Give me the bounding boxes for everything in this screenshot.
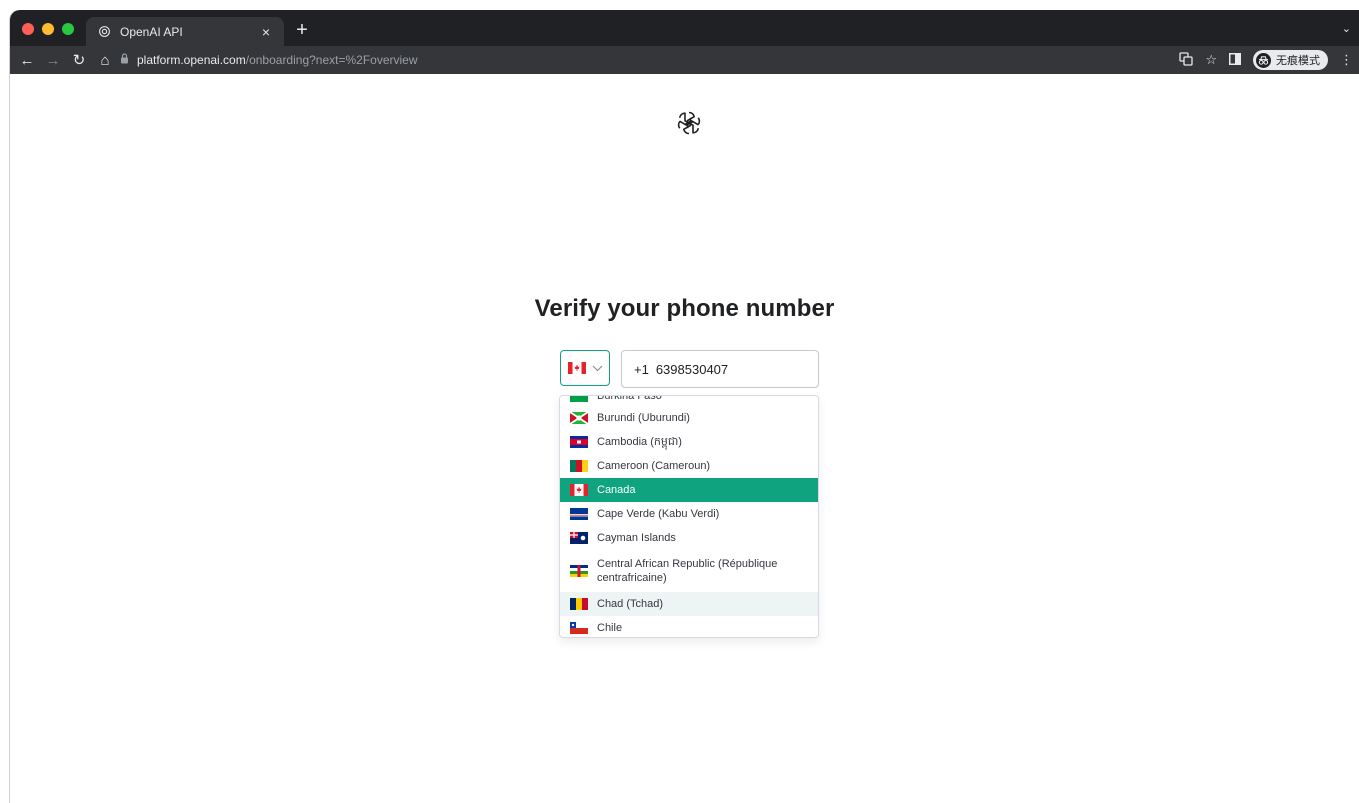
tab-title: OpenAI API: [120, 24, 183, 39]
incognito-indicator[interactable]: 无痕模式: [1253, 50, 1328, 70]
cameroon-flag-icon: [570, 460, 588, 472]
forward-icon[interactable]: →: [40, 52, 66, 69]
star-icon[interactable]: ☆: [1205, 52, 1217, 68]
window-controls: [22, 23, 74, 35]
openai-favicon-icon: [96, 24, 112, 40]
canada-flag-icon: [567, 362, 586, 374]
tab-openai-api[interactable]: OpenAI API ×: [86, 17, 284, 46]
country-code-prefix: +1: [634, 361, 649, 377]
country-select-button[interactable]: [560, 350, 610, 386]
country-option-cape-verde[interactable]: Cape Verde (Kabu Verdi): [560, 502, 818, 526]
home-icon[interactable]: ⌂: [92, 52, 118, 69]
url-path: /onboarding?next=%2Foverview: [245, 53, 418, 67]
address-bar[interactable]: platform.openai.com/onboarding?next=%2Fo…: [120, 49, 1209, 71]
country-option-chile[interactable]: Chile: [560, 616, 818, 637]
tab-close-icon[interactable]: ×: [258, 24, 274, 40]
toolbar-actions: ☆ 无痕模式 ⋮: [1179, 49, 1353, 71]
country-option-label: Burkina Faso: [597, 395, 662, 402]
country-option-cameroon[interactable]: Cameroon (Cameroun): [560, 454, 818, 478]
menu-icon[interactable]: ⋮: [1340, 52, 1353, 68]
page-content: Verify your phone number +1 6398530407 B…: [10, 74, 1359, 803]
country-option-label: Central African Republic (République cen…: [597, 558, 778, 584]
url-host: platform.openai.com: [137, 53, 246, 67]
country-option-label: Cambodia (កម្ពុជា): [597, 436, 682, 448]
tab-strip: OpenAI API × + ⌄: [10, 10, 1359, 46]
browser-window: OpenAI API × + ⌄ ← → ↻ ⌂ platform.openai…: [10, 10, 1359, 803]
country-option-label: Cameroon (Cameroun): [597, 460, 711, 472]
minimize-window-button[interactable]: [42, 23, 54, 35]
chevron-down-icon: [592, 361, 603, 375]
country-option-chad[interactable]: Chad (Tchad): [560, 592, 818, 616]
country-option-cayman-islands[interactable]: Cayman Islands: [560, 526, 818, 550]
browser-toolbar: ← → ↻ ⌂ platform.openai.com/onboarding?n…: [10, 46, 1359, 74]
country-option-label: Chile: [597, 622, 623, 634]
reload-icon[interactable]: ↻: [66, 51, 92, 69]
openai-logo-icon: [676, 110, 702, 136]
country-option-label: Burundi (Uburundi): [597, 412, 690, 424]
country-option-label: Chad (Tchad): [597, 598, 664, 610]
country-option-label: Cayman Islands: [597, 532, 676, 544]
phone-number-value: 6398530407: [655, 361, 729, 377]
country-option-canada[interactable]: Canada: [560, 478, 818, 502]
incognito-label: 无痕模式: [1276, 55, 1320, 67]
phone-number-input[interactable]: +1 6398530407: [621, 350, 819, 388]
country-option-burundi[interactable]: Burundi (Uburundi): [560, 406, 818, 430]
central-african-republic-flag-icon: [570, 565, 588, 577]
side-panel-icon[interactable]: [1229, 52, 1241, 68]
close-window-button[interactable]: [22, 23, 34, 35]
maximize-window-button[interactable]: [62, 23, 74, 35]
burundi-flag-icon: [570, 412, 588, 424]
burkina-faso-flag-icon: [570, 396, 588, 402]
page-title: Verify your phone number: [534, 295, 835, 322]
country-option-label: Canada: [597, 484, 636, 496]
translate-icon[interactable]: [1179, 51, 1193, 69]
cayman-islands-flag-icon: [570, 532, 588, 544]
back-icon[interactable]: ←: [14, 52, 40, 69]
chile-flag-icon: [570, 622, 588, 634]
canada-flag-icon: [570, 484, 588, 496]
cambodia-flag-icon: [570, 436, 588, 448]
country-dropdown-list[interactable]: Burkina Faso Burundi (Uburundi) Cambodia…: [559, 395, 819, 638]
new-tab-button[interactable]: +: [290, 19, 314, 41]
tab-search-icon[interactable]: ⌄: [1342, 22, 1351, 35]
incognito-icon: [1256, 52, 1271, 68]
country-option-cambodia[interactable]: Cambodia (កម្ពុជា): [560, 430, 818, 454]
country-option-burkina-faso[interactable]: Burkina Faso: [560, 395, 818, 406]
country-option-central-african-republic[interactable]: Central African Republic (République cen…: [560, 550, 818, 592]
lock-icon[interactable]: [120, 53, 129, 67]
cape-verde-flag-icon: [570, 508, 588, 520]
country-option-label: Cape Verde (Kabu Verdi): [597, 508, 720, 520]
chad-flag-icon: [570, 598, 588, 610]
